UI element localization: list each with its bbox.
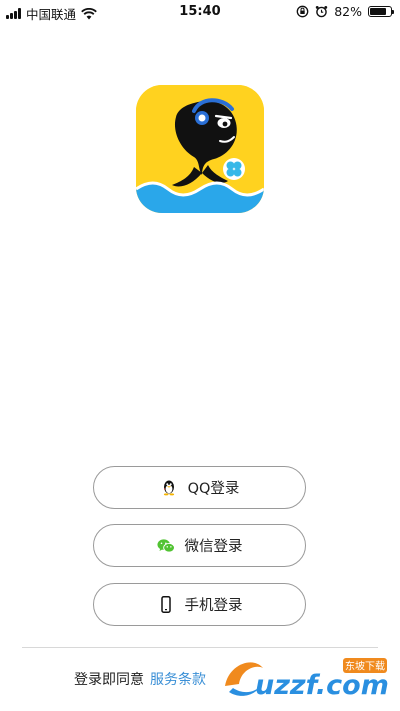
wechat-icon bbox=[156, 537, 175, 555]
mobile-phone-icon bbox=[157, 596, 175, 614]
alarm-icon bbox=[316, 6, 328, 18]
battery-level bbox=[370, 8, 387, 15]
status-right: 82% bbox=[296, 4, 394, 19]
watermark-text: uzzf.com bbox=[255, 670, 389, 701]
wechat-login-button[interactable]: 微信登录 bbox=[93, 524, 306, 567]
footer-divider bbox=[22, 647, 378, 648]
status-bar: 中国联通 15:40 82% bbox=[0, 0, 400, 24]
watermark-badge: 东坡下载 bbox=[345, 660, 385, 673]
watermark-logo: uzzf.com 东坡下载 bbox=[219, 652, 394, 704]
phone-login-button[interactable]: 手机登录 bbox=[93, 583, 306, 626]
qq-login-button[interactable]: QQ登录 bbox=[93, 466, 306, 509]
fish-mascot-logo bbox=[136, 85, 264, 213]
battery-icon bbox=[368, 6, 394, 17]
terms-of-service-link[interactable]: 服务条款 bbox=[150, 669, 206, 689]
qq-login-label: QQ登录 bbox=[187, 481, 240, 497]
wechat-login-label: 微信登录 bbox=[184, 539, 243, 555]
battery-percent: 82% bbox=[334, 4, 362, 19]
rotation-lock-icon bbox=[296, 5, 309, 18]
app-logo bbox=[136, 85, 264, 213]
qq-penguin-icon bbox=[160, 479, 178, 497]
agreement-prefix: 登录即同意 bbox=[74, 672, 144, 688]
phone-login-label: 手机登录 bbox=[184, 598, 243, 614]
agreement-text: 登录即同意 服务条款 bbox=[74, 669, 206, 689]
